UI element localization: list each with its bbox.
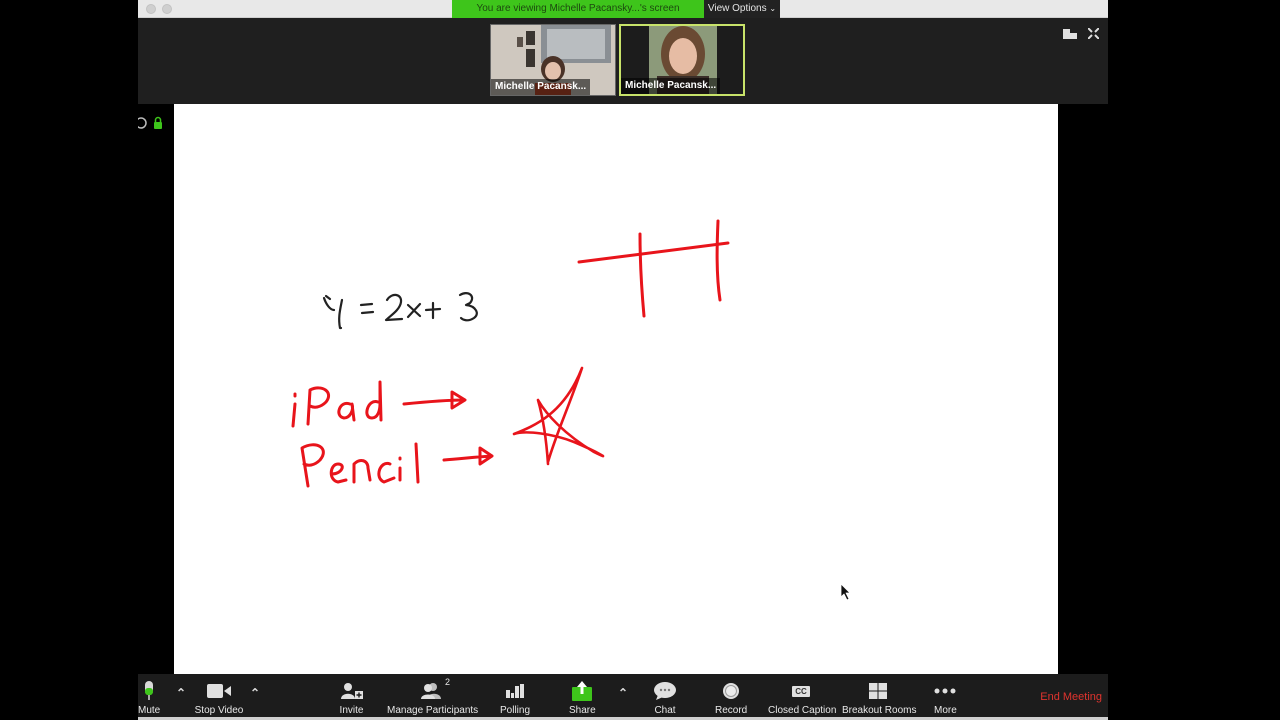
close-window-button[interactable] xyxy=(146,4,156,14)
viewing-screen-banner: You are viewing Michelle Pacansky...'s s… xyxy=(452,0,704,18)
invite-button[interactable]: Invite xyxy=(338,680,365,716)
participant-name: Michelle Pacansk... xyxy=(621,78,721,94)
mouse-cursor-icon xyxy=(840,583,851,601)
record-button[interactable]: Record xyxy=(715,680,747,716)
more-dots-icon xyxy=(934,680,956,702)
breakout-rooms-button[interactable]: Breakout Rooms xyxy=(842,680,916,716)
shared-screen-area xyxy=(135,104,1108,674)
breakout-rooms-grid-icon xyxy=(842,680,913,702)
encryption-lock-icon xyxy=(154,116,162,129)
meeting-toolbar: Mute ⌃ Stop Video ⌃ Invite 2 Manage Part… xyxy=(138,674,1108,718)
view-options-button[interactable]: View Options ⌄ xyxy=(704,0,780,18)
gallery-layout-icon[interactable] xyxy=(1063,28,1077,42)
share-button[interactable]: Share xyxy=(569,680,596,716)
chevron-down-icon: ⌄ xyxy=(769,4,777,13)
stop-video-button[interactable]: Stop Video xyxy=(194,680,244,716)
handwritten-cross-lines xyxy=(577,219,730,318)
cc-badge: CC xyxy=(792,685,810,697)
participant-count-badge: 2 xyxy=(445,677,451,687)
chat-button[interactable]: Chat xyxy=(653,680,677,716)
arrow-icon xyxy=(442,446,494,466)
handwritten-ipad xyxy=(291,380,383,428)
more-button[interactable]: More xyxy=(934,680,957,716)
title-bar: You are viewing Michelle Pacansky...'s s… xyxy=(138,0,1108,18)
meeting-info-icon xyxy=(135,117,147,129)
participants-icon: 2 xyxy=(387,677,475,702)
chat-bubble-icon xyxy=(653,680,677,702)
end-meeting-button[interactable]: End Meeting xyxy=(1040,691,1102,703)
polling-button[interactable]: Polling xyxy=(500,680,530,716)
whiteboard-drawing xyxy=(291,219,851,601)
minimize-window-button[interactable] xyxy=(162,4,172,14)
bar-chart-icon xyxy=(500,680,530,702)
whiteboard-canvas[interactable] xyxy=(174,104,1058,674)
zoom-window: You are viewing Michelle Pacansky...'s s… xyxy=(135,0,1108,720)
handwritten-equation xyxy=(322,292,478,330)
view-options-label: View Options xyxy=(707,3,767,14)
share-options-chevron-up-icon[interactable]: ⌃ xyxy=(618,686,628,700)
mute-button[interactable]: Mute xyxy=(138,680,160,716)
add-user-icon xyxy=(338,680,365,702)
arrow-icon xyxy=(402,390,467,410)
fullscreen-icon[interactable] xyxy=(1087,27,1100,42)
microphone-icon xyxy=(138,680,160,702)
manage-participants-button[interactable]: 2 Manage Participants xyxy=(387,677,478,716)
participant-name: Michelle Pacansk... xyxy=(491,79,591,95)
participant-video-2-active-speaker[interactable]: Michelle Pacansk... xyxy=(619,24,745,96)
video-camera-icon xyxy=(194,680,244,702)
meeting-status-icons xyxy=(135,116,168,135)
handwritten-pencil xyxy=(300,442,420,488)
record-icon xyxy=(715,680,747,702)
share-screen-icon xyxy=(569,680,595,702)
video-thumbnail-strip: Michelle Pacansk... Michelle Pacansk... xyxy=(138,18,1108,104)
handwritten-star xyxy=(512,366,605,466)
video-options-chevron-up-icon[interactable]: ⌃ xyxy=(250,686,260,700)
closed-caption-button[interactable]: CC Closed Caption xyxy=(768,680,836,716)
audio-options-chevron-up-icon[interactable]: ⌃ xyxy=(176,686,186,700)
participant-video-1[interactable]: Michelle Pacansk... xyxy=(490,24,616,96)
cc-icon: CC xyxy=(768,680,834,702)
